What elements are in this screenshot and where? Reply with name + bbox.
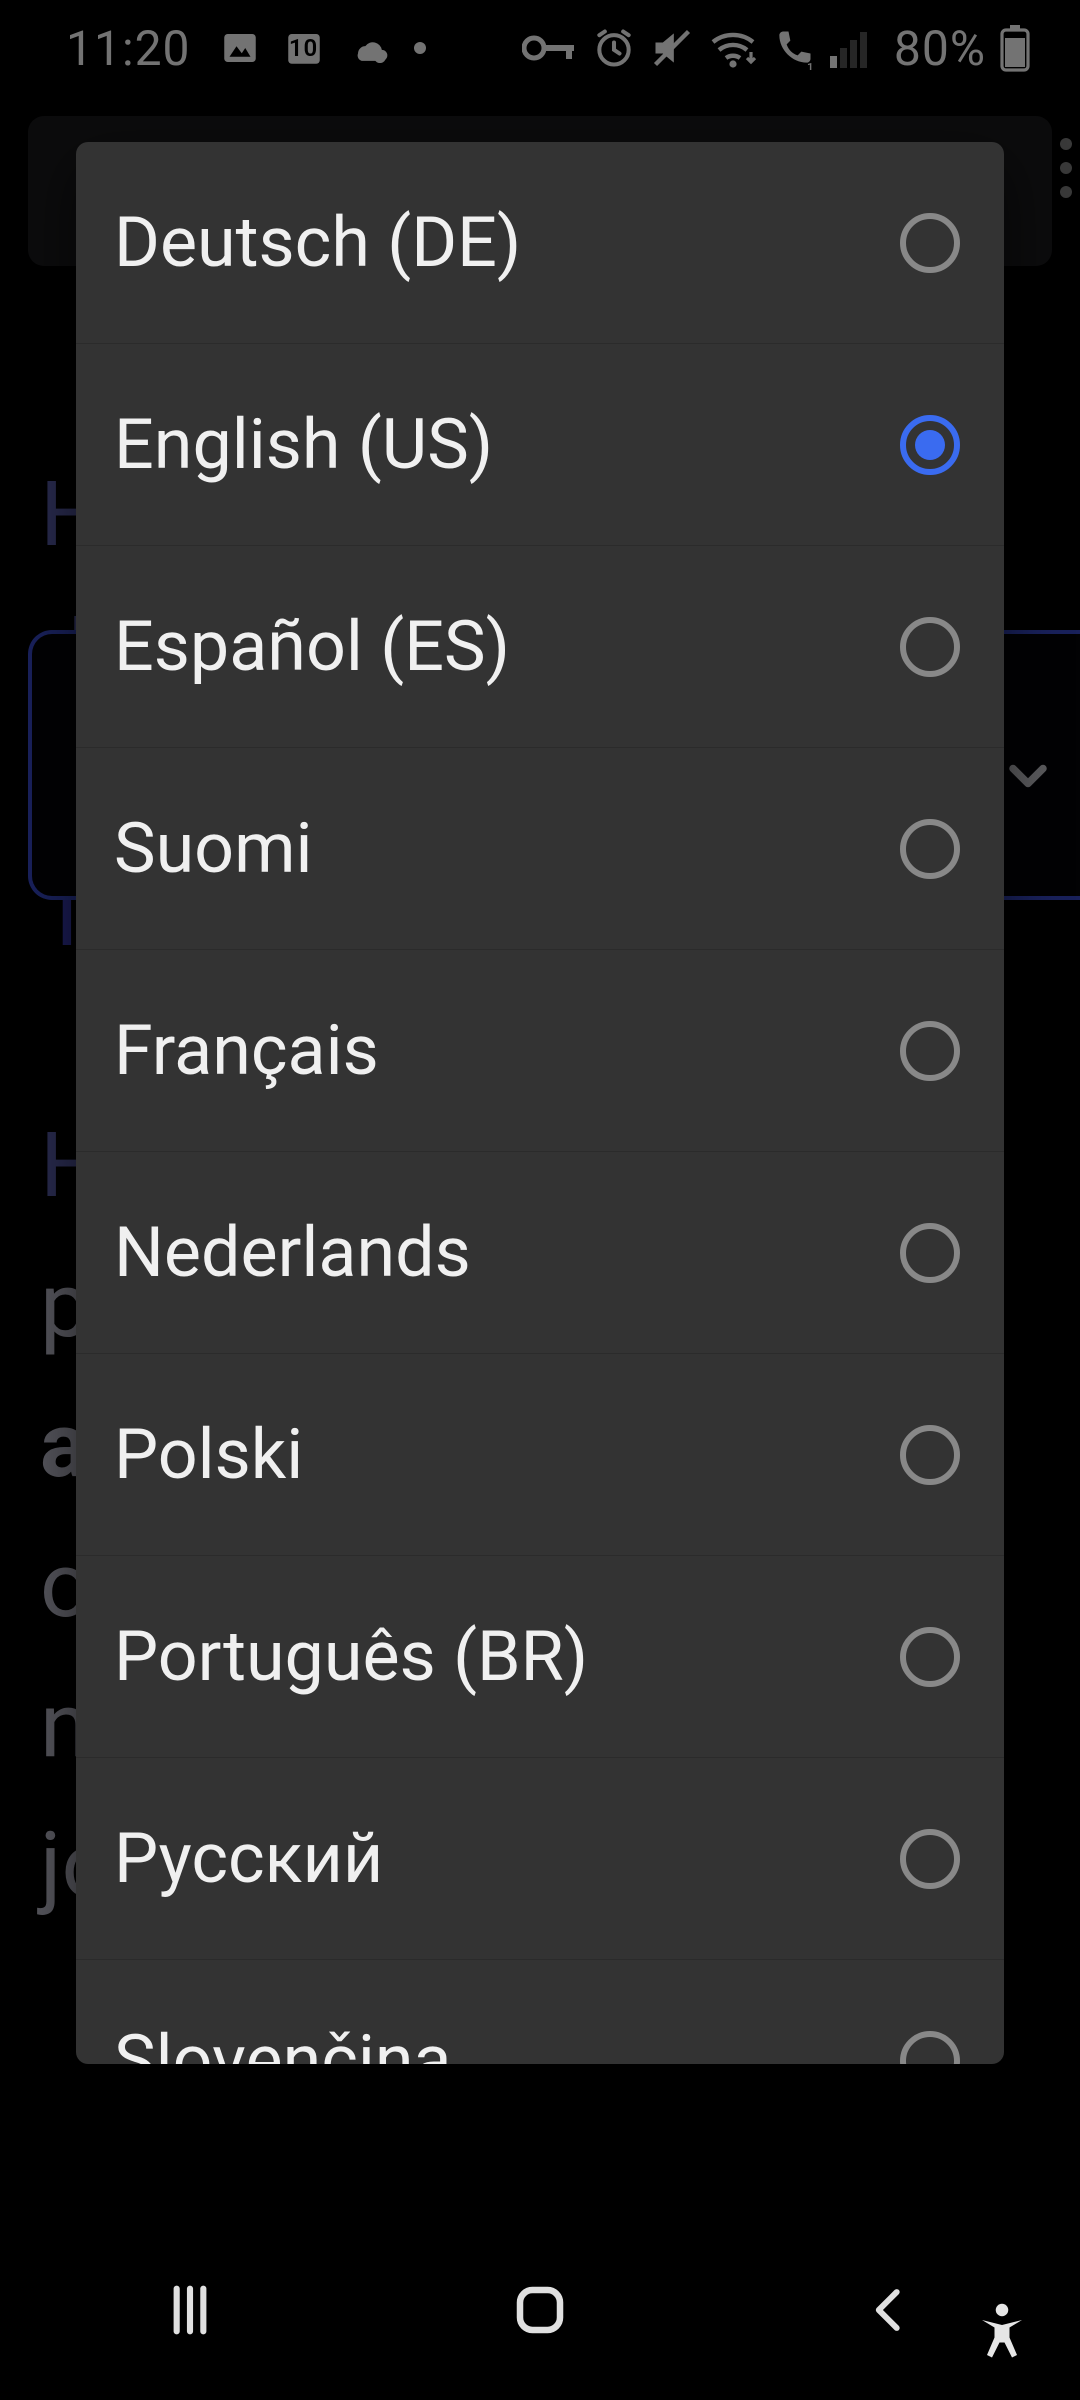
- option-label: Português (BR): [114, 1616, 588, 1698]
- option-label: Nederlands: [114, 1212, 471, 1294]
- option-label: Deutsch (DE): [114, 202, 521, 284]
- language-option-fr[interactable]: Français: [76, 950, 1004, 1152]
- option-label: English (US): [114, 404, 493, 486]
- recents-button[interactable]: [150, 2270, 230, 2350]
- back-button[interactable]: [850, 2270, 930, 2350]
- radio-icon: [900, 1627, 960, 1687]
- radio-icon: [900, 1223, 960, 1283]
- language-option-ru[interactable]: Русский: [76, 1758, 1004, 1960]
- language-option-en-us[interactable]: English (US): [76, 344, 1004, 546]
- option-label: Slovenčina: [114, 2020, 452, 2064]
- language-option-fi[interactable]: Suomi: [76, 748, 1004, 950]
- language-option-de[interactable]: Deutsch (DE): [76, 142, 1004, 344]
- language-option-es[interactable]: Español (ES): [76, 546, 1004, 748]
- accessibility-icon[interactable]: [972, 2300, 1032, 2360]
- radio-icon: [900, 213, 960, 273]
- radio-icon: [900, 617, 960, 677]
- option-label: Español (ES): [114, 606, 510, 688]
- radio-icon: [900, 1021, 960, 1081]
- option-label: Suomi: [114, 808, 312, 890]
- radio-icon: [900, 1425, 960, 1485]
- option-label: Polski: [114, 1414, 303, 1496]
- language-option-nl[interactable]: Nederlands: [76, 1152, 1004, 1354]
- radio-icon: [900, 2031, 960, 2064]
- option-label: Français: [114, 1010, 379, 1092]
- language-option-pt-br[interactable]: Português (BR): [76, 1556, 1004, 1758]
- radio-icon: [900, 819, 960, 879]
- language-option-pl[interactable]: Polski: [76, 1354, 1004, 1556]
- navigation-bar: [0, 2220, 1080, 2400]
- language-option-sk[interactable]: Slovenčina: [76, 1960, 1004, 2064]
- home-button[interactable]: [500, 2270, 580, 2350]
- language-select-dialog: Deutsch (DE) English (US) Español (ES) S…: [76, 142, 1004, 2064]
- option-label: Русский: [114, 1818, 383, 1900]
- radio-icon: [900, 1829, 960, 1889]
- radio-selected-icon: [900, 415, 960, 475]
